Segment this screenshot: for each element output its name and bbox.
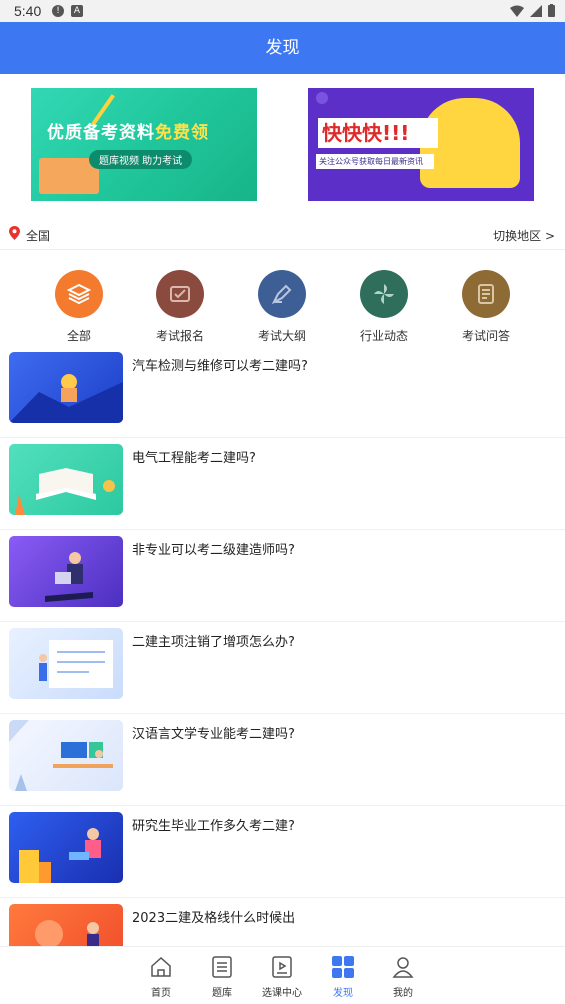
category-grid: 全部 考试报名 考试大纲 行业动态 考试问答 xyxy=(0,270,565,346)
category-all[interactable]: 全部 xyxy=(39,270,119,344)
article-thumbnail xyxy=(9,352,123,423)
qa-document-icon xyxy=(462,270,510,318)
tab-label: 首页 xyxy=(151,988,171,999)
status-bar: 5:40 ! A xyxy=(0,0,565,22)
category-label: 考试报名 xyxy=(155,329,204,343)
registration-icon xyxy=(156,270,204,318)
tab-label: 题库 xyxy=(212,988,232,999)
home-icon xyxy=(151,956,171,977)
profile-icon xyxy=(392,957,414,978)
tab-question-bank[interactable]: 题库 xyxy=(197,955,247,999)
list-item[interactable]: 研究生毕业工作多久考二建? xyxy=(0,806,565,898)
banner-title: 优质备考资料免费领 xyxy=(47,123,209,143)
article-thumbnail xyxy=(9,720,123,791)
article-title: 研究生毕业工作多久考二建? xyxy=(132,819,295,834)
category-label: 行业动态 xyxy=(359,329,408,343)
tab-home[interactable]: 首页 xyxy=(136,955,186,999)
banner-follow-account[interactable]: 快快快!!! 关注公众号获取每日最新资讯 xyxy=(308,88,534,201)
article-thumbnail xyxy=(9,628,123,699)
article-thumbnail xyxy=(9,812,123,883)
syllabus-pen-icon xyxy=(258,270,306,318)
list-item[interactable]: 二建主项注销了增项怎么办? xyxy=(0,622,565,714)
list-item[interactable]: 电气工程能考二建吗? xyxy=(0,438,565,530)
article-title: 2023二建及格线什么时候出 xyxy=(132,911,296,926)
article-title: 汽车检测与维修可以考二建吗? xyxy=(132,359,308,374)
wifi-icon xyxy=(510,5,524,17)
battery-icon xyxy=(548,4,555,17)
banner-free-materials[interactable]: 优质备考资料免费领 题库视频 助力考试 xyxy=(31,88,257,201)
list-item[interactable]: 非专业可以考二级建造师吗? xyxy=(0,530,565,622)
status-time: 5:40 xyxy=(14,3,42,19)
industry-pinwheel-icon xyxy=(360,270,408,318)
tab-label: 发现 xyxy=(333,988,353,999)
tab-discover[interactable]: 发现 xyxy=(318,955,368,999)
app-notification-icon: A xyxy=(71,5,83,17)
list-item[interactable]: 汽车检测与维修可以考二建吗? xyxy=(0,346,565,438)
tab-profile[interactable]: 我的 xyxy=(378,955,428,999)
category-industry-news[interactable]: 行业动态 xyxy=(344,270,424,344)
status-icons xyxy=(510,4,555,17)
category-label: 考试问答 xyxy=(461,329,510,343)
article-thumbnail xyxy=(9,444,123,515)
switch-region-link[interactable]: 切换地区 > xyxy=(493,227,555,244)
current-region: 全国 xyxy=(26,229,51,243)
bottom-tab-bar: 首页 题库 选课中心 发现 我的 xyxy=(0,946,565,1004)
category-label: 考试大纲 xyxy=(257,329,306,343)
discover-icon xyxy=(332,956,354,978)
question-bank-icon xyxy=(212,956,232,978)
category-label: 全部 xyxy=(66,329,91,343)
page-title: 发现 xyxy=(0,22,565,74)
tab-label: 选课中心 xyxy=(262,988,302,999)
banner-subtitle: 关注公众号获取每日最新资讯 xyxy=(316,154,434,169)
notification-icon: ! xyxy=(52,5,64,17)
article-title: 二建主项注销了增项怎么办? xyxy=(132,635,295,650)
category-qa[interactable]: 考试问答 xyxy=(446,270,526,344)
category-all-icon xyxy=(55,270,103,318)
article-title: 电气工程能考二建吗? xyxy=(132,451,256,466)
location-bar: 全国 切换地区 > xyxy=(0,218,565,250)
category-registration[interactable]: 考试报名 xyxy=(140,270,220,344)
tab-label: 我的 xyxy=(393,988,413,999)
tab-course-center[interactable]: 选课中心 xyxy=(257,955,307,999)
article-title: 非专业可以考二级建造师吗? xyxy=(132,543,295,558)
category-syllabus[interactable]: 考试大纲 xyxy=(242,270,322,344)
location-pin-icon xyxy=(9,226,20,240)
list-item[interactable]: 汉语言文学专业能考二建吗? xyxy=(0,714,565,806)
course-center-icon xyxy=(272,956,292,978)
signal-icon xyxy=(530,4,542,17)
banner-title: 快快快!!! xyxy=(318,118,438,148)
banner-subtitle: 题库视频 助力考试 xyxy=(89,150,193,169)
article-thumbnail xyxy=(9,536,123,607)
article-title: 汉语言文学专业能考二建吗? xyxy=(132,727,295,742)
